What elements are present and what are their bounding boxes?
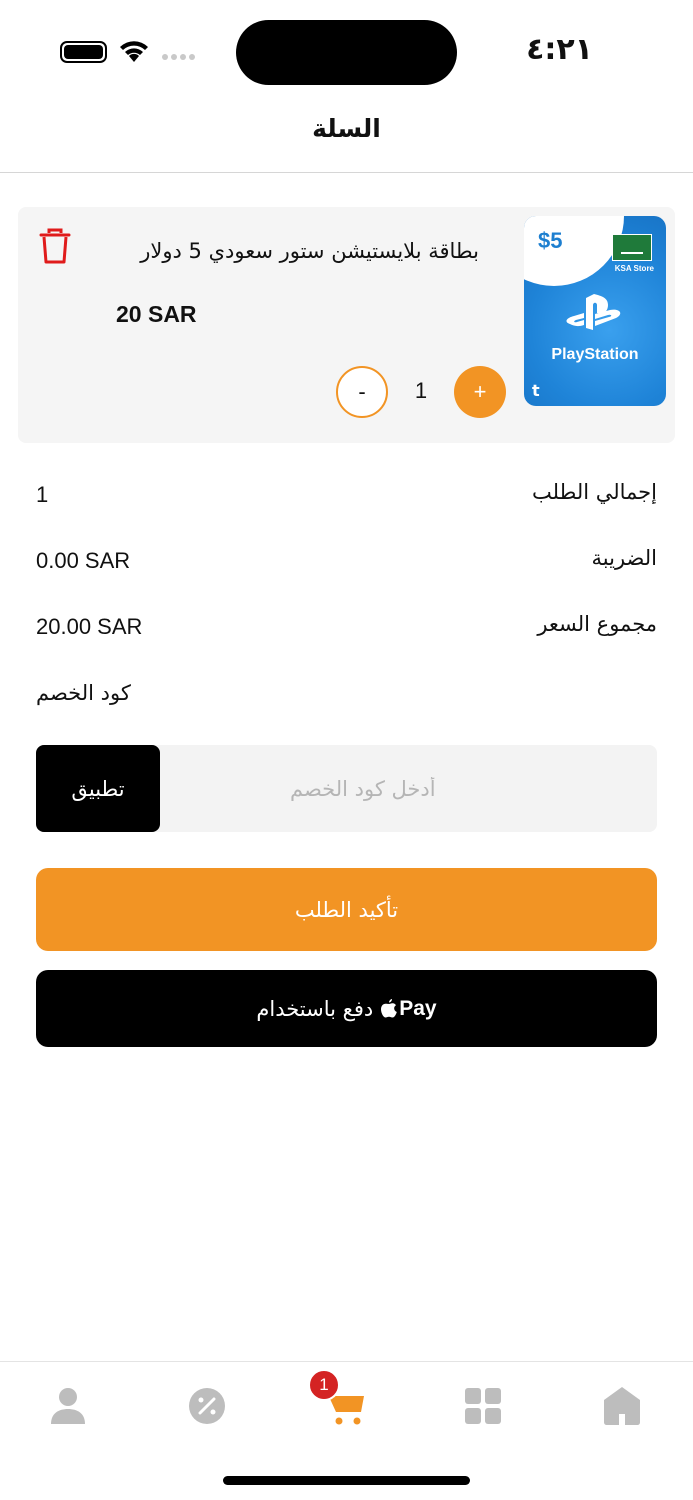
header-divider <box>0 172 693 173</box>
apple-pay-label: دفع باستخدام <box>256 996 374 1021</box>
quantity-stepper: - 1 + <box>336 366 507 418</box>
product-price: 20 SAR <box>116 301 197 327</box>
order-total-label: إجمالي الطلب <box>532 480 657 504</box>
offers-icon <box>189 1388 225 1424</box>
card-price-tag: $5 <box>538 228 563 253</box>
decrease-quantity-button[interactable]: - <box>336 366 388 418</box>
signal-icon <box>162 54 195 60</box>
summary-order-total: إجمالي الطلب 1 <box>36 480 657 514</box>
battery-icon <box>60 41 107 63</box>
tab-offers[interactable] <box>185 1384 229 1428</box>
apple-pay-mark-text: Pay <box>399 996 437 1020</box>
confirm-order-button[interactable]: تأكيد الطلب <box>36 868 657 951</box>
product-name: بطاقة بلايستيشن ستور سعودي 5 دولار <box>140 239 479 263</box>
order-total-value: 1 <box>36 482 49 507</box>
page-title: السلة <box>312 114 381 143</box>
apple-pay-button[interactable]: دفع باستخدام Pay <box>36 970 657 1047</box>
tab-profile[interactable] <box>46 1384 90 1428</box>
dynamic-island <box>236 20 457 85</box>
apply-coupon-button[interactable]: تطبيق <box>36 745 160 832</box>
cart-item-card: $5 KSA Store PlayStation t بطاقة بلايستي… <box>18 207 675 443</box>
cart-badge: 1 <box>308 1369 340 1401</box>
wifi-icon <box>120 41 148 62</box>
status-bar: ٤:٢١ <box>0 0 693 100</box>
profile-icon <box>51 1388 85 1424</box>
tax-value: 0.00 SAR <box>36 548 131 573</box>
saudi-flag-icon <box>612 234 652 261</box>
apple-icon <box>381 999 398 1018</box>
summary-tax: الضريبة 0.00 SAR <box>36 546 657 580</box>
tab-categories[interactable] <box>461 1384 505 1428</box>
tab-home[interactable] <box>600 1384 644 1428</box>
coupon-title: كود الخصم <box>36 681 131 705</box>
categories-icon <box>465 1388 501 1424</box>
home-indicator <box>223 1476 470 1485</box>
summary-price-total: مجموع السعر 20.00 SAR <box>36 612 657 646</box>
status-time: ٤:٢١ <box>526 32 593 67</box>
card-region: KSA Store <box>614 264 654 273</box>
tax-label: الضريبة <box>591 546 657 570</box>
price-total-value: 20.00 SAR <box>36 614 143 639</box>
quantity-value: 1 <box>414 378 428 403</box>
trash-icon[interactable] <box>38 227 72 265</box>
card-brand: PlayStation <box>551 346 639 363</box>
home-icon <box>604 1387 640 1425</box>
card-corner-mark: t <box>532 381 540 400</box>
apple-pay-mark: Pay <box>381 996 437 1021</box>
playstation-logo-icon <box>566 294 621 330</box>
coupon-box: تطبيق <box>36 745 657 832</box>
coupon-input[interactable] <box>160 745 657 832</box>
product-image[interactable]: $5 KSA Store PlayStation t <box>524 216 666 406</box>
increase-quantity-button[interactable]: + <box>454 366 506 418</box>
price-total-label: مجموع السعر <box>537 612 657 636</box>
